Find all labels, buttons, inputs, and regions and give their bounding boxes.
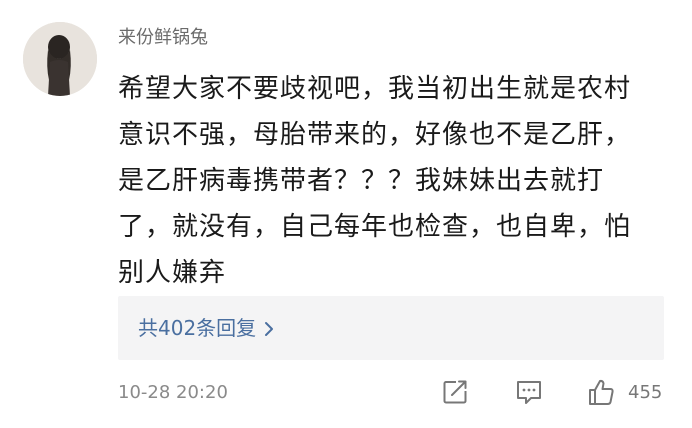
replies-box: 共402条回复 [118, 296, 664, 360]
chevron-right-icon [264, 318, 274, 342]
reply-button[interactable] [514, 377, 544, 411]
like-count: 455 [628, 382, 663, 403]
username[interactable]: 来份鲜锅兔 [118, 26, 208, 50]
like-button[interactable] [586, 377, 616, 411]
replies-count-label: 共402条回复 [138, 316, 257, 340]
comment-line: 希望大家不要歧视吧，我当初出生就是农村 [118, 74, 632, 104]
share-icon [440, 380, 470, 411]
comment-icon [514, 381, 544, 411]
comment-line: 别人嫌弃 [118, 258, 227, 288]
avatar[interactable] [23, 22, 97, 96]
avatar-image [23, 22, 97, 96]
comment-line: 是乙肝病毒携带者？？？我妹妹出去就打 [118, 166, 605, 196]
share-button[interactable] [440, 377, 470, 411]
view-replies-link[interactable]: 共402条回复 [138, 316, 274, 342]
comment-timestamp: 10-28 20:20 [118, 382, 228, 403]
comment-line: 了，就没有，自己每年也检查，也自卑，怕 [118, 212, 632, 242]
comment-text: 希望大家不要歧视吧，我当初出生就是农村 意识不强，母胎带来的，好像也不是乙肝， … [118, 66, 678, 296]
comment-line: 意识不强，母胎带来的，好像也不是乙肝， [118, 120, 632, 150]
thumbs-up-icon [586, 379, 616, 411]
